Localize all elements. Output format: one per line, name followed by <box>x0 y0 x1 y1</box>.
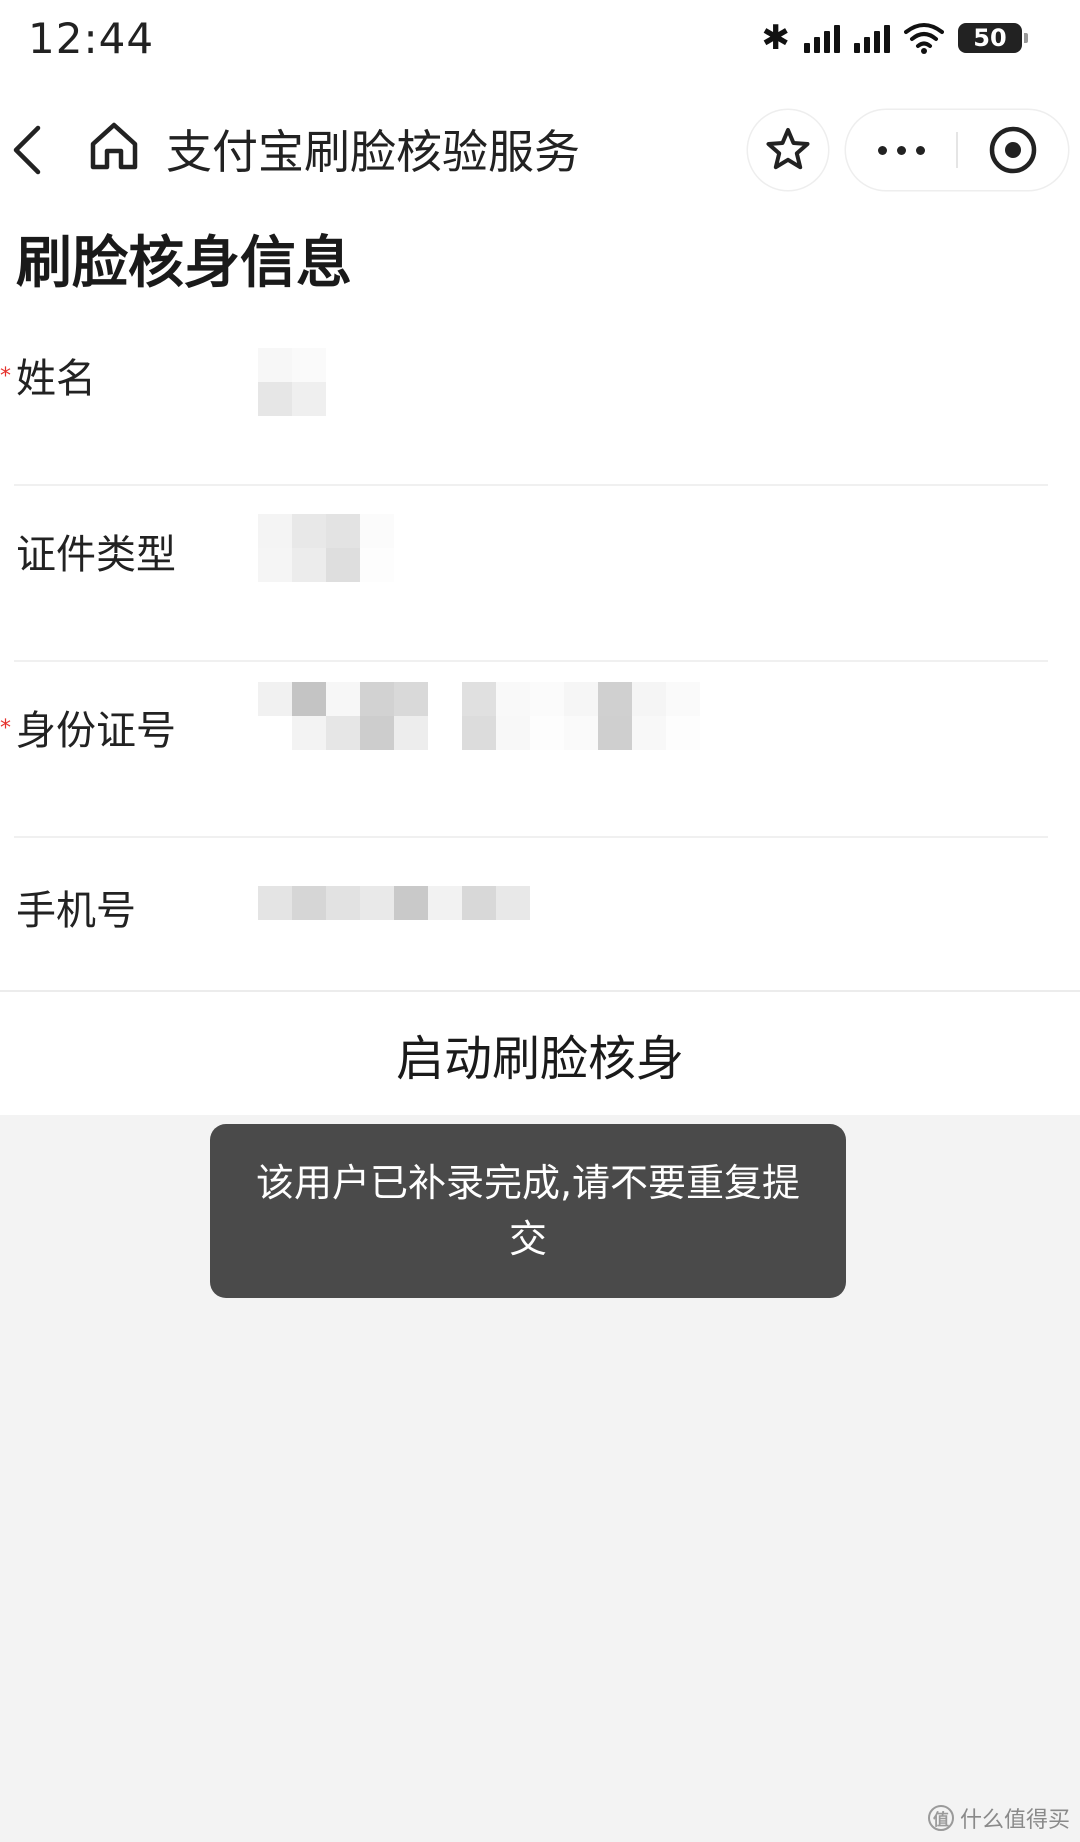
target-circle-icon[interactable] <box>958 110 1068 190</box>
form-row-id-number: * 身份证号 <box>0 662 1080 838</box>
id-type-value-redacted[interactable] <box>258 514 394 582</box>
action-area: 启动刷脸核身 <box>0 990 1080 1115</box>
watermark-text: 什么值得买 <box>959 1808 1070 1833</box>
field-label-id-type: 证件类型 <box>16 532 176 578</box>
id-number-value-redacted[interactable] <box>258 682 700 750</box>
start-face-verification-button[interactable]: 启动刷脸核身 <box>0 992 1080 1115</box>
favorite-button[interactable] <box>748 110 828 190</box>
bluetooth-icon: ✱ <box>761 18 791 58</box>
star-icon <box>766 128 810 170</box>
field-label-id-number: 身份证号 <box>16 708 176 754</box>
field-label-name: 姓名 <box>16 356 96 402</box>
battery-icon: 50 <box>958 23 1028 53</box>
phone-value-redacted[interactable] <box>258 886 530 920</box>
battery-level: 50 <box>973 24 1007 52</box>
name-value-redacted[interactable] <box>258 348 326 416</box>
watermark-logo-icon: 值 <box>927 1805 954 1831</box>
nav-bar: 支付宝刷脸核验服务 <box>0 100 1080 196</box>
field-label-phone: 手机号 <box>16 888 136 934</box>
toast-message: 该用户已补录完成,请不要重复提交 <box>210 1124 846 1298</box>
mini-program-capsule <box>846 110 1068 190</box>
status-time: 12:44 <box>28 14 155 63</box>
form-row-id-type: 证件类型 <box>0 486 1080 662</box>
home-icon[interactable] <box>88 120 140 172</box>
page-title: 刷脸核身信息 <box>16 231 352 296</box>
required-mark: * <box>0 716 11 741</box>
status-icons: ✱ 50 <box>761 18 1028 58</box>
chevron-left-icon[interactable] <box>8 124 48 176</box>
signal-icon <box>804 23 840 53</box>
toast-text: 该用户已补录完成,请不要重复提交 <box>255 1161 801 1261</box>
wifi-icon <box>904 22 944 54</box>
status-bar: 12:44 ✱ 50 <box>0 0 1080 80</box>
form-row-name: * 姓名 <box>0 310 1080 486</box>
signal-icon <box>854 23 890 53</box>
nav-title: 支付宝刷脸核验服务 <box>166 125 580 179</box>
form-row-phone: 手机号 <box>0 838 1080 1014</box>
required-mark: * <box>0 364 11 389</box>
watermark: 值 什么值得买 <box>927 1802 1070 1834</box>
more-dots-icon[interactable] <box>846 110 956 190</box>
